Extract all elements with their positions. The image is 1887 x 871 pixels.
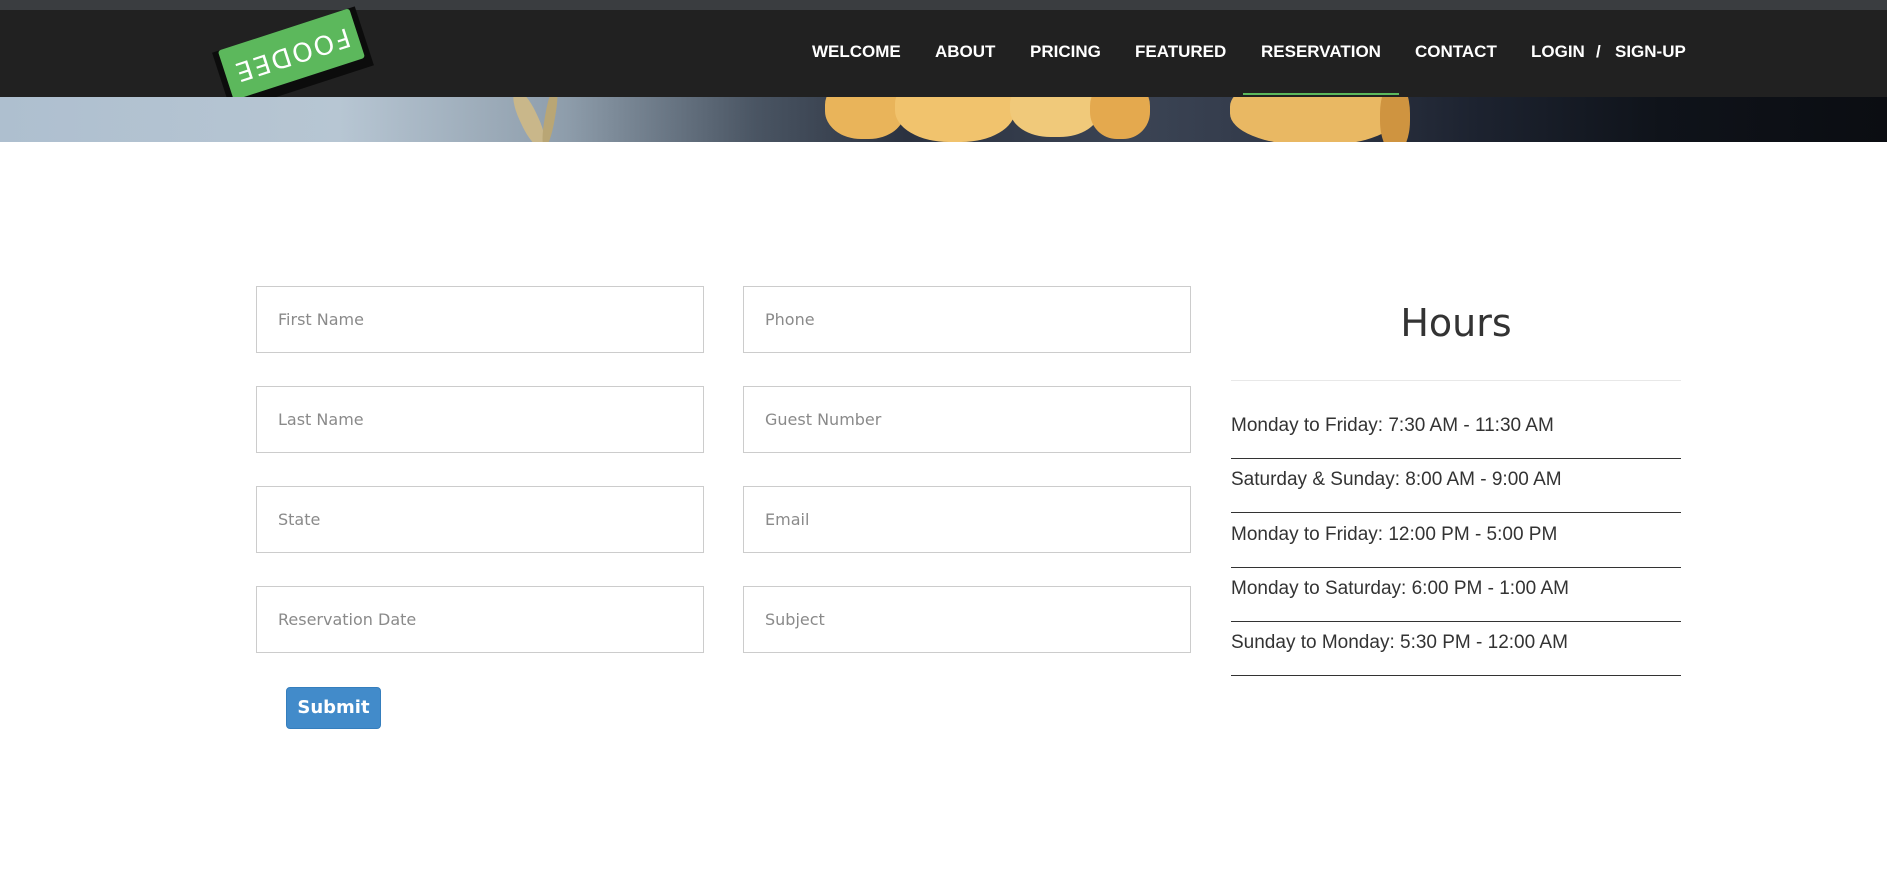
state-input[interactable]	[256, 486, 704, 553]
nav-signup[interactable]: SIGN-UP	[1615, 10, 1686, 97]
hours-row: Monday to Saturday: 6:00 PM - 1:00 AM	[1231, 568, 1681, 622]
hours-heading: Hours	[1400, 301, 1512, 345]
phone-input[interactable]	[743, 286, 1191, 353]
logo-text: FOODEE	[229, 21, 354, 88]
subject-input[interactable]	[743, 586, 1191, 653]
nav-login[interactable]: LOGIN	[1531, 10, 1585, 97]
hours-divider	[1231, 380, 1681, 381]
reservation-date-input[interactable]	[256, 586, 704, 653]
hours-row: Monday to Friday: 7:30 AM - 11:30 AM	[1231, 405, 1681, 459]
hours-row: Monday to Friday: 12:00 PM - 5:00 PM	[1231, 514, 1681, 568]
submit-button[interactable]: Submit	[286, 687, 381, 729]
navbar: FOODEE WELCOME ABOUT PRICING FEATURED RE…	[0, 6, 1887, 112]
nav-contact[interactable]: CONTACT	[1415, 10, 1497, 97]
hero-banner-image	[0, 97, 1887, 142]
logo-tag: FOODEE	[217, 8, 366, 101]
nav-about[interactable]: ABOUT	[935, 10, 995, 97]
top-strip	[0, 0, 1887, 10]
nav-reservation[interactable]: RESERVATION	[1243, 10, 1399, 97]
nav-welcome[interactable]: WELCOME	[812, 10, 901, 97]
nav-separator: /	[1596, 42, 1601, 61]
hours-row: Saturday & Sunday: 8:00 AM - 9:00 AM	[1231, 459, 1681, 513]
nav-featured[interactable]: FEATURED	[1135, 10, 1226, 97]
hours-row: Sunday to Monday: 5:30 PM - 12:00 AM	[1231, 622, 1681, 676]
last-name-input[interactable]	[256, 386, 704, 453]
logo[interactable]: FOODEE	[212, 6, 374, 112]
guest-number-input[interactable]	[743, 386, 1191, 453]
nav-pricing[interactable]: PRICING	[1030, 10, 1101, 97]
email-input[interactable]	[743, 486, 1191, 553]
first-name-input[interactable]	[256, 286, 704, 353]
